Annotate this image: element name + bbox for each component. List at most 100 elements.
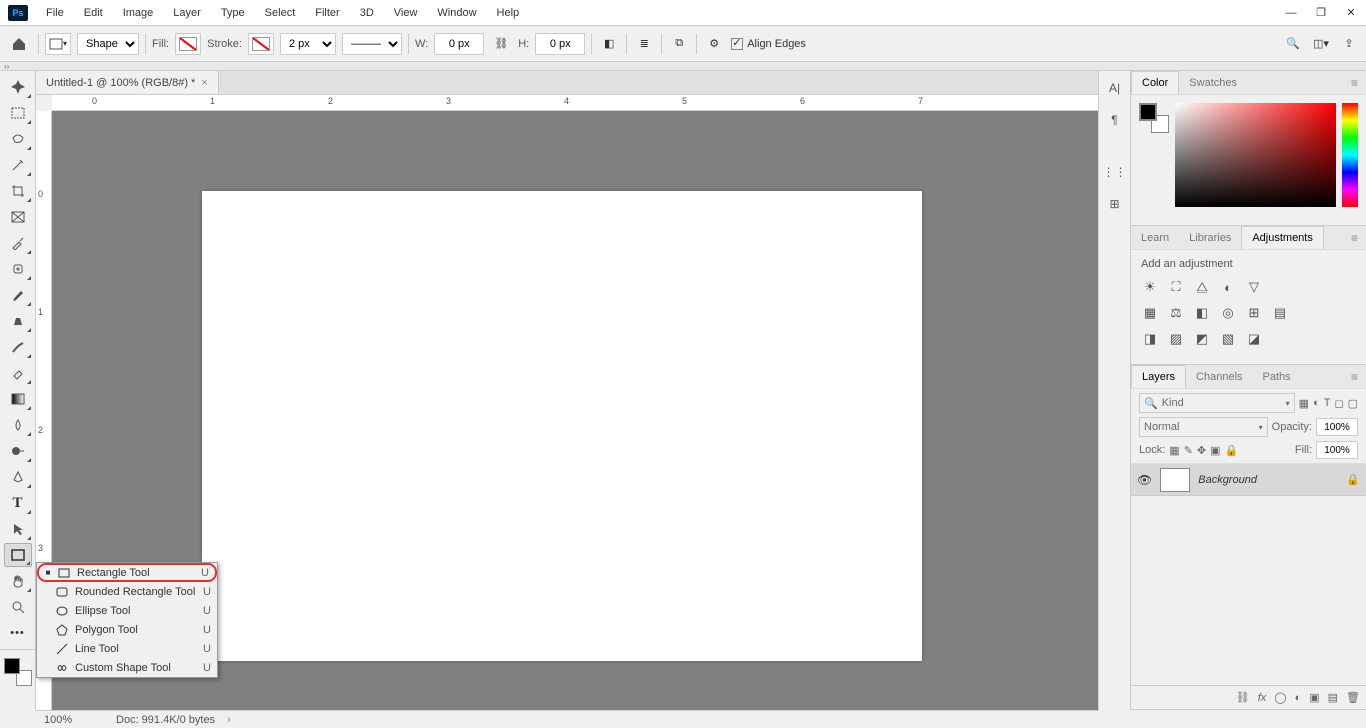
adjustments-tab[interactable]: Adjustments — [1241, 226, 1324, 249]
bw-adjustment-icon[interactable]: ◧ — [1193, 304, 1211, 322]
move-tool[interactable] — [4, 75, 32, 99]
photo-filter-icon[interactable]: ◎ — [1219, 304, 1237, 322]
path-arrangement-icon[interactable]: ⧉ — [668, 33, 690, 55]
magic-wand-tool[interactable] — [4, 153, 32, 177]
menu-layer[interactable]: Layer — [163, 0, 211, 25]
layer-filter-kind[interactable]: 🔍 Kind▾ — [1139, 393, 1295, 413]
status-arrow-icon[interactable]: › — [227, 714, 231, 726]
link-wh-icon[interactable]: ⛓ — [490, 33, 512, 55]
flyout-rectangle-tool[interactable]: ■ Rectangle Tool U — [37, 563, 217, 582]
filter-shape-icon[interactable]: ◻ — [1334, 397, 1343, 410]
filter-pixel-icon[interactable]: ▦ — [1299, 397, 1309, 410]
menu-window[interactable]: Window — [427, 0, 486, 25]
maximize-button[interactable]: ❐ — [1306, 0, 1336, 26]
home-button[interactable] — [6, 31, 32, 57]
stroke-type-select[interactable]: ——— — [342, 33, 402, 55]
brightness-adjustment-icon[interactable]: ☀ — [1141, 278, 1159, 296]
opacity-input[interactable] — [1316, 418, 1358, 436]
filter-smart-icon[interactable]: ▢ — [1348, 397, 1358, 410]
delete-layer-icon[interactable]: 🗑 — [1346, 691, 1360, 704]
panel-menu-icon[interactable]: ≡ — [1347, 370, 1362, 384]
gear-icon[interactable]: ⚙ — [703, 33, 725, 55]
adjustment-layer-icon[interactable]: ◐ — [1295, 692, 1302, 704]
filter-adjustment-icon[interactable]: ◐ — [1313, 397, 1320, 409]
flyout-rounded-rectangle-tool[interactable]: Rounded Rectangle Tool U — [37, 582, 217, 601]
document-tab[interactable]: Untitled-1 @ 100% (RGB/8#) * × — [36, 71, 219, 94]
layer-thumbnail[interactable] — [1160, 468, 1190, 492]
lock-transparent-icon[interactable]: ▦ — [1169, 444, 1179, 457]
brush-tool[interactable] — [4, 283, 32, 307]
pen-tool[interactable] — [4, 465, 32, 489]
layer-row[interactable]: 👁 Background 🔒 — [1131, 464, 1366, 496]
learn-tab[interactable]: Learn — [1131, 226, 1179, 249]
canvas[interactable] — [202, 191, 922, 661]
close-button[interactable]: ✕ — [1336, 0, 1366, 26]
color-field[interactable] — [1175, 103, 1336, 207]
gradient-map-icon[interactable]: ▧ — [1219, 330, 1237, 348]
gradient-tool[interactable] — [4, 387, 32, 411]
frame-tool[interactable] — [4, 205, 32, 229]
flyout-polygon-tool[interactable]: Polygon Tool U — [37, 620, 217, 639]
blend-mode-select[interactable]: Normal▾ — [1139, 417, 1268, 437]
close-document-icon[interactable]: × — [201, 77, 207, 89]
curves-adjustment-icon[interactable]: ⧋ — [1193, 278, 1211, 296]
stroke-swatch[interactable] — [248, 33, 274, 55]
character-panel-icon[interactable]: A| — [1104, 77, 1126, 99]
vibrance-adjustment-icon[interactable]: ▽ — [1245, 278, 1263, 296]
flyout-ellipse-tool[interactable]: Ellipse Tool U — [37, 601, 217, 620]
hue-slider[interactable] — [1342, 103, 1358, 207]
libraries-tab[interactable]: Libraries — [1179, 226, 1241, 249]
filter-type-icon[interactable]: T — [1324, 397, 1331, 409]
blur-tool[interactable] — [4, 413, 32, 437]
flyout-line-tool[interactable]: Line Tool U — [37, 639, 217, 658]
share-icon[interactable]: ⇪ — [1338, 33, 1360, 55]
hand-tool[interactable] — [4, 569, 32, 593]
history-brush-tool[interactable] — [4, 335, 32, 359]
posterize-adjustment-icon[interactable]: ▨ — [1167, 330, 1185, 348]
color-tab[interactable]: Color — [1131, 71, 1179, 94]
edit-toolbar[interactable]: ••• — [4, 621, 32, 645]
stroke-width-select[interactable]: 2 px — [280, 33, 336, 55]
properties-panel-icon[interactable]: ⊞ — [1104, 193, 1126, 215]
zoom-level[interactable]: 100% — [44, 714, 104, 726]
color-balance-icon[interactable]: ⚖ — [1167, 304, 1185, 322]
layers-tab[interactable]: Layers — [1131, 365, 1186, 388]
exposure-adjustment-icon[interactable]: ◐ — [1219, 278, 1237, 296]
clone-stamp-tool[interactable] — [4, 309, 32, 333]
shape-mode-select[interactable]: Shape — [77, 33, 139, 55]
menu-select[interactable]: Select — [255, 0, 306, 25]
panel-menu-icon[interactable]: ≡ — [1347, 231, 1362, 245]
zoom-tool[interactable] — [4, 595, 32, 619]
new-layer-icon[interactable]: ▤ — [1328, 691, 1338, 704]
panel-menu-icon[interactable]: ≡ — [1347, 76, 1362, 90]
workspace-switcher-icon[interactable]: ◫▾ — [1310, 33, 1332, 55]
fill-swatch[interactable] — [175, 33, 201, 55]
link-layers-icon[interactable]: ⛓ — [1236, 691, 1250, 704]
crop-tool[interactable] — [4, 179, 32, 203]
selective-color-icon[interactable]: ◪ — [1245, 330, 1263, 348]
layer-name[interactable]: Background — [1198, 474, 1257, 486]
eyedropper-tool[interactable] — [4, 231, 32, 255]
fill-input[interactable] — [1316, 441, 1358, 459]
lock-artboard-icon[interactable]: ▣ — [1210, 444, 1220, 457]
menu-filter[interactable]: Filter — [305, 0, 349, 25]
menu-view[interactable]: View — [384, 0, 428, 25]
levels-adjustment-icon[interactable]: ⛶ — [1167, 278, 1185, 296]
healing-brush-tool[interactable] — [4, 257, 32, 281]
foreground-color[interactable] — [4, 658, 20, 674]
invert-adjustment-icon[interactable]: ◨ — [1141, 330, 1159, 348]
lock-image-icon[interactable]: ✎ — [1184, 444, 1193, 457]
hue-adjustment-icon[interactable]: ▦ — [1141, 304, 1159, 322]
lock-all-icon[interactable]: 🔒 — [1225, 444, 1239, 457]
marquee-tool[interactable] — [4, 101, 32, 125]
fx-icon[interactable]: fx — [1258, 692, 1267, 704]
path-alignment-icon[interactable]: ≣ — [633, 33, 655, 55]
rectangle-tool[interactable] — [4, 543, 32, 567]
glyphs-panel-icon[interactable]: ⋮⋮ — [1104, 161, 1126, 183]
group-icon[interactable]: ▣ — [1309, 691, 1319, 704]
mask-icon[interactable]: ◯ — [1274, 691, 1286, 704]
paragraph-panel-icon[interactable]: ¶ — [1104, 109, 1126, 131]
dodge-tool[interactable] — [4, 439, 32, 463]
swatches-tab[interactable]: Swatches — [1179, 71, 1247, 94]
align-edges-checkbox[interactable] — [731, 38, 743, 50]
